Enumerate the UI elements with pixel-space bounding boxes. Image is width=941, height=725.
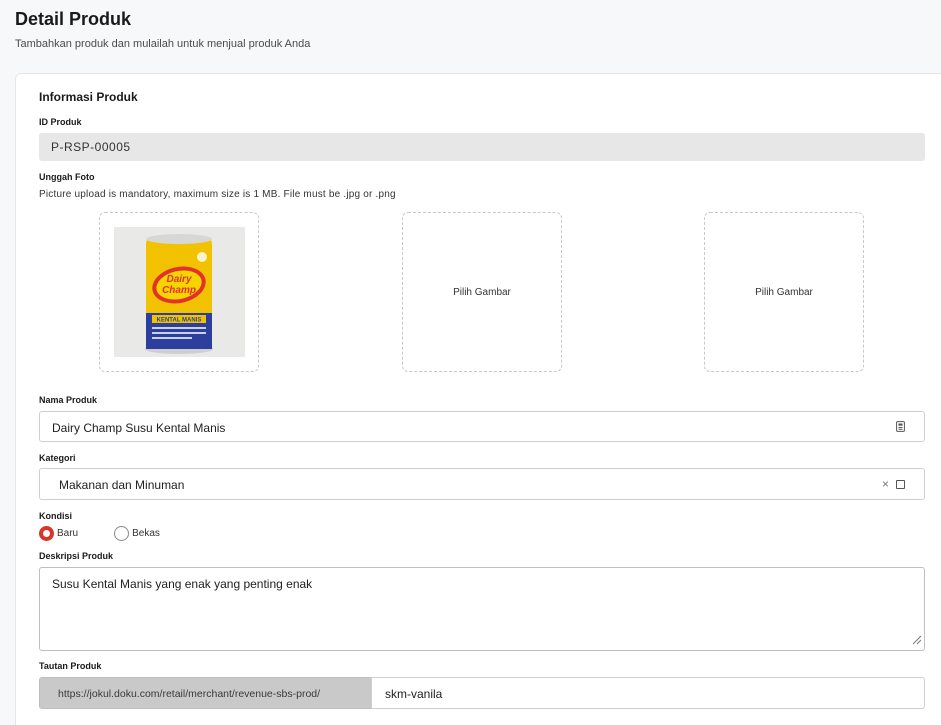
product-link-slug-value: skm-vanila xyxy=(385,687,443,701)
page-title: Detail Produk xyxy=(15,9,132,29)
description-label: Deskripsi Produk xyxy=(39,551,114,561)
radio-baru-label: Baru xyxy=(57,528,79,539)
id-card-icon xyxy=(896,421,905,435)
can-product-text: KENTAL MANIS xyxy=(156,318,201,324)
category-select[interactable]: Makanan dan Minuman × xyxy=(39,468,925,500)
product-can-image: KENTAL MANIS Dairy Champ xyxy=(113,227,245,357)
photo-slot-2[interactable]: Pilih Gambar xyxy=(402,212,562,372)
page-subtitle: Tambahkan produk dan mulailah untuk menj… xyxy=(15,38,311,50)
category-value: Makanan dan Minuman xyxy=(59,478,185,492)
description-value: Susu Kental Manis yang enak yang penting… xyxy=(52,577,313,591)
square-icon[interactable] xyxy=(896,480,905,489)
can-brand-text: Dairy xyxy=(166,274,191,285)
product-photo: KENTAL MANIS Dairy Champ xyxy=(113,227,245,357)
photo-upload-label: Unggah Foto xyxy=(39,172,95,182)
description-textarea[interactable]: Susu Kental Manis yang enak yang penting… xyxy=(39,567,925,651)
radio-bekas[interactable] xyxy=(114,526,130,541)
clear-icon[interactable]: × xyxy=(882,477,889,491)
product-id-field: P-RSP-00005 xyxy=(39,133,925,161)
photo-slot-1[interactable]: KENTAL MANIS Dairy Champ xyxy=(99,212,259,372)
can-brand-text-2: Champ xyxy=(162,285,196,296)
product-name-value: Dairy Champ Susu Kental Manis xyxy=(52,421,226,435)
radio-baru[interactable] xyxy=(39,526,54,541)
condition-radio-group: Baru Bekas xyxy=(39,526,160,541)
photo-upload-hint: Picture upload is mandatory, maximum siz… xyxy=(39,189,396,200)
radio-bekas-label: Bekas xyxy=(132,528,160,539)
product-name-input[interactable]: Dairy Champ Susu Kental Manis xyxy=(39,411,925,442)
choose-image-label: Pilih Gambar xyxy=(755,286,813,298)
product-link-label: Tautan Produk xyxy=(39,661,102,671)
product-link-slug-input[interactable]: skm-vanila xyxy=(371,677,925,709)
condition-label: Kondisi xyxy=(39,511,72,521)
photo-slot-3[interactable]: Pilih Gambar xyxy=(704,212,864,372)
product-link-prefix: https://jokul.doku.com/retail/merchant/r… xyxy=(39,677,372,709)
choose-image-label: Pilih Gambar xyxy=(453,286,511,298)
category-label: Kategori xyxy=(39,453,76,463)
product-name-label: Nama Produk xyxy=(39,395,98,405)
section-title: Informasi Produk xyxy=(39,90,138,104)
resize-grip-icon[interactable] xyxy=(912,634,922,648)
product-id-label: ID Produk xyxy=(39,117,82,127)
